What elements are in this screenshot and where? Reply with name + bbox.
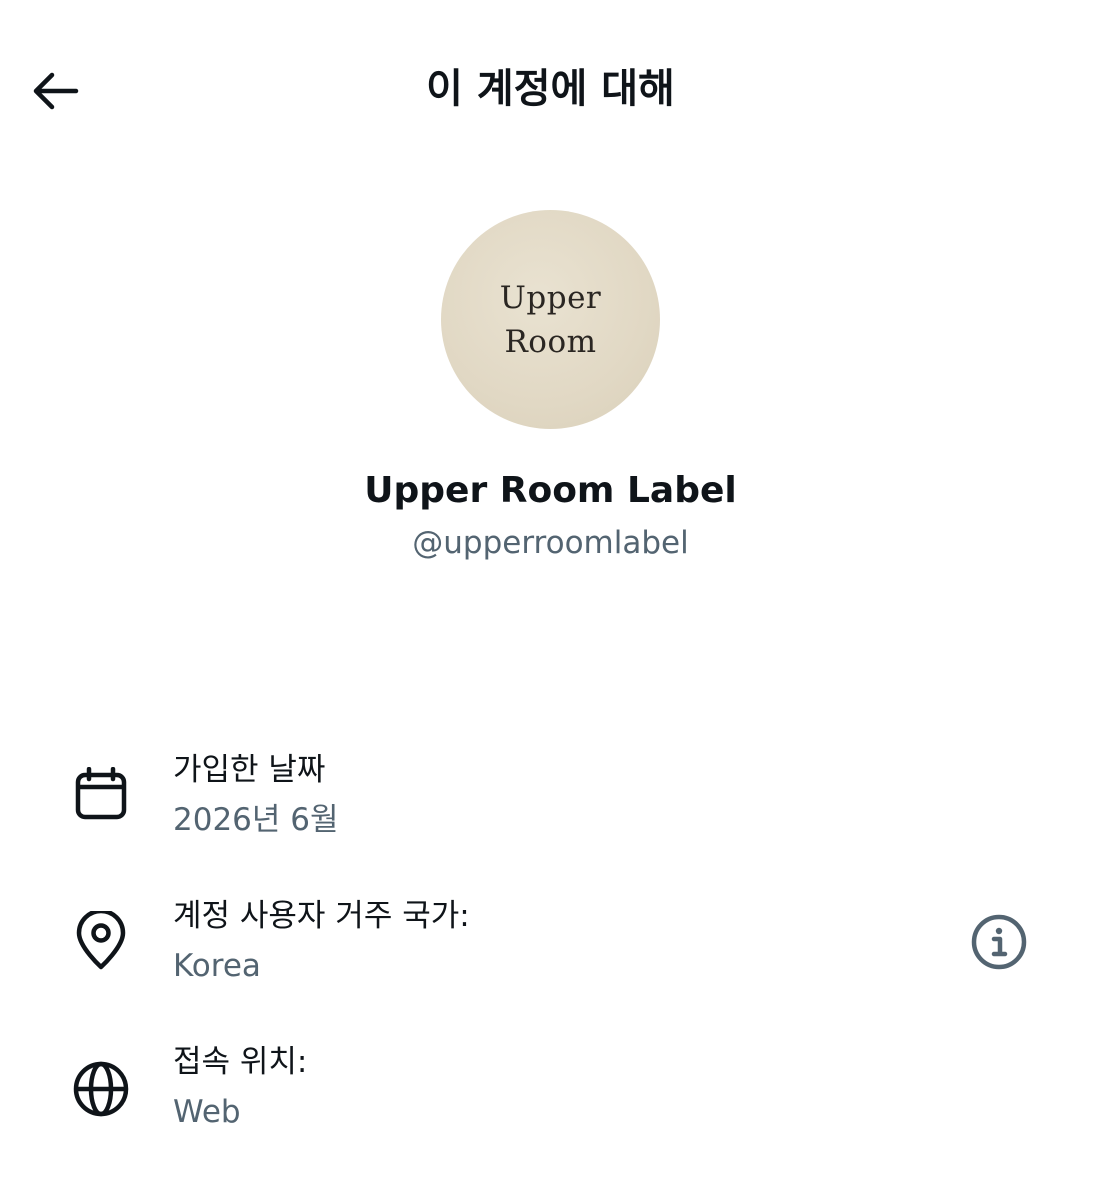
header: 이 계정에 대해: [0, 0, 1101, 180]
joined-date-label: 가입한 날짜: [173, 752, 326, 788]
display-name: Upper Room Label: [364, 470, 737, 511]
location-pin-icon: [72, 911, 130, 970]
info-icon: [971, 914, 1027, 970]
globe-icon: [72, 1060, 130, 1118]
page-title: 이 계정에 대해: [426, 66, 675, 112]
avatar: Upper Room: [441, 210, 660, 429]
avatar-text-line2: Room: [504, 323, 597, 360]
avatar-text-line1: Upper: [499, 279, 602, 316]
country-value: Korea: [173, 948, 261, 984]
account-handle: @upperroomlabel: [412, 525, 689, 561]
calendar-icon: [72, 766, 130, 824]
joined-date-row: 가입한 날짜 2026년 6월: [0, 748, 1101, 868]
country-row: 계정 사용자 거주 국가: Korea: [0, 894, 1101, 1014]
connected-via-label: 접속 위치:: [173, 1044, 308, 1080]
connected-via-row: 접속 위치: Web: [0, 1040, 1101, 1160]
country-label: 계정 사용자 거주 국가:: [173, 898, 470, 934]
connected-via-value: Web: [173, 1094, 241, 1130]
joined-date-value: 2026년 6월: [173, 802, 339, 838]
country-info-button[interactable]: [968, 911, 1030, 973]
